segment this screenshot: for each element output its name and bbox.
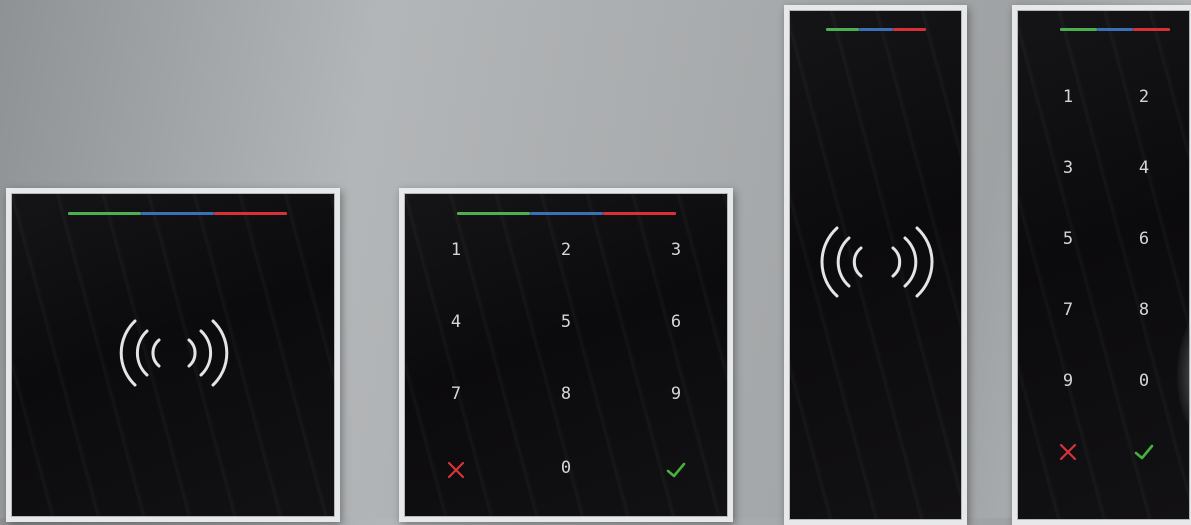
card-reader-tall xyxy=(784,5,967,525)
key-3[interactable]: 3 xyxy=(1048,153,1088,183)
led-green xyxy=(826,28,860,31)
nfc-icon xyxy=(119,319,229,387)
cancel-x-icon xyxy=(1059,443,1077,461)
keypad-reader-square: 1 2 3 4 5 6 7 8 9 0 xyxy=(399,188,733,522)
key-0[interactable]: 0 xyxy=(546,453,586,483)
card-reader-square xyxy=(6,188,340,522)
led-blue xyxy=(1096,28,1134,31)
status-led-bar xyxy=(457,212,676,215)
status-led-bar xyxy=(826,28,926,31)
confirm-check-icon xyxy=(666,462,686,478)
key-5[interactable]: 5 xyxy=(1048,224,1088,254)
cancel-x-icon xyxy=(447,461,465,479)
status-led-bar xyxy=(68,212,287,215)
key-1[interactable]: 1 xyxy=(436,235,476,265)
led-green xyxy=(1060,28,1097,31)
led-blue xyxy=(859,28,893,31)
nfc-icon xyxy=(820,226,934,298)
cancel-key[interactable] xyxy=(436,455,476,485)
key-9[interactable]: 9 xyxy=(1048,366,1088,396)
key-6[interactable]: 6 xyxy=(1124,224,1164,254)
key-7[interactable]: 7 xyxy=(1048,295,1088,325)
key-9[interactable]: 9 xyxy=(656,379,696,409)
led-blue xyxy=(141,212,214,215)
key-3[interactable]: 3 xyxy=(656,235,696,265)
keypad-reader-tall: 1 2 3 4 5 6 7 8 9 0 xyxy=(1012,5,1191,525)
led-red xyxy=(214,212,287,215)
key-4[interactable]: 4 xyxy=(1124,153,1164,183)
led-blue xyxy=(530,212,603,215)
led-red xyxy=(603,212,676,215)
key-2[interactable]: 2 xyxy=(1124,82,1164,112)
key-5[interactable]: 5 xyxy=(546,307,586,337)
led-green xyxy=(457,212,530,215)
led-red xyxy=(1133,28,1171,31)
key-8[interactable]: 8 xyxy=(1124,295,1164,325)
cancel-key[interactable] xyxy=(1048,437,1088,467)
status-led-bar xyxy=(1060,28,1171,31)
key-7[interactable]: 7 xyxy=(436,379,476,409)
led-green xyxy=(68,212,141,215)
confirm-check-icon xyxy=(1134,444,1154,460)
confirm-key[interactable] xyxy=(656,455,696,485)
key-8[interactable]: 8 xyxy=(546,379,586,409)
key-1[interactable]: 1 xyxy=(1048,82,1088,112)
key-0[interactable]: 0 xyxy=(1124,366,1164,396)
key-4[interactable]: 4 xyxy=(436,307,476,337)
key-2[interactable]: 2 xyxy=(546,235,586,265)
side-reflection xyxy=(1177,310,1190,440)
led-red xyxy=(892,28,926,31)
confirm-key[interactable] xyxy=(1124,437,1164,467)
key-6[interactable]: 6 xyxy=(656,307,696,337)
